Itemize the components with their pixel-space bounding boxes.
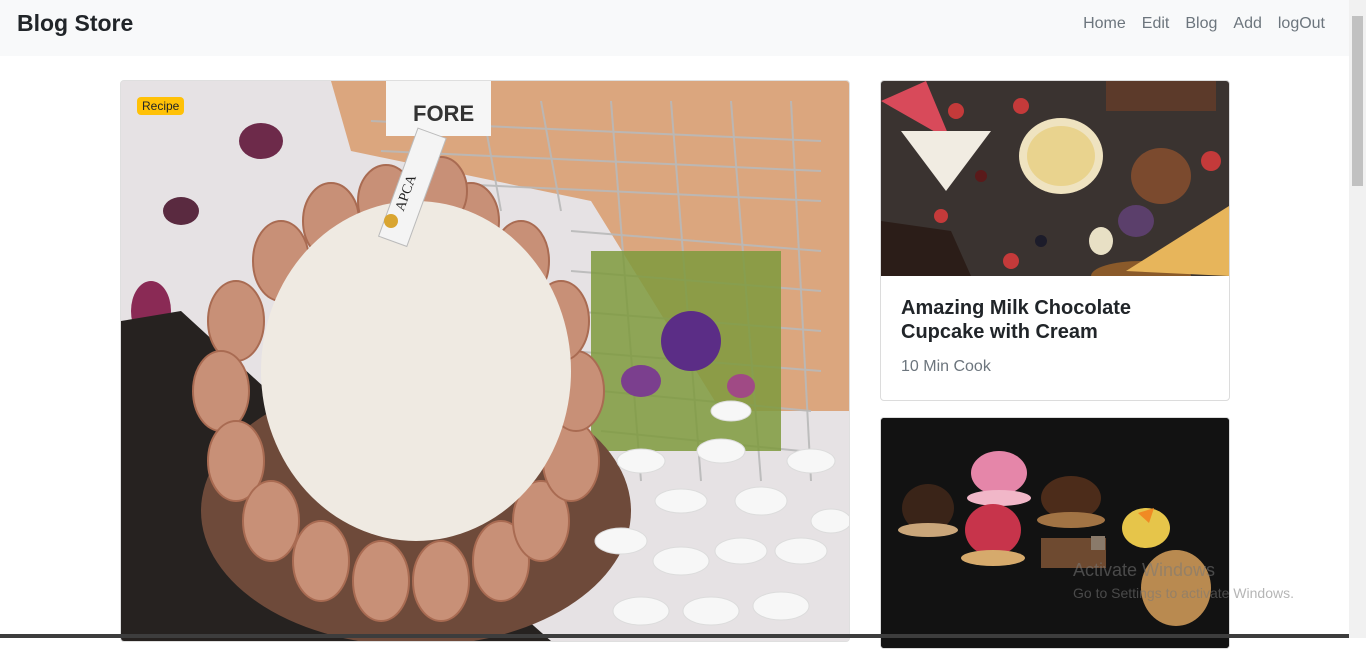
post-card[interactable] xyxy=(880,417,1230,649)
post-card-body: Amazing Milk Chocolate Cupcake with Crea… xyxy=(901,296,1209,376)
post-cook-time: 10 Min Cook xyxy=(901,358,991,375)
pastry-assortment-image xyxy=(881,81,1229,276)
post-title[interactable]: Amazing Milk Chocolate Cupcake with Crea… xyxy=(901,296,1209,344)
nav-logout-link[interactable]: logOut xyxy=(1278,15,1325,33)
nav-add-link[interactable]: Add xyxy=(1233,15,1261,33)
brand-logo[interactable]: Blog Store xyxy=(17,10,133,37)
nav-edit-link[interactable]: Edit xyxy=(1142,15,1170,33)
bottom-bar xyxy=(0,634,1349,638)
vertical-scrollbar[interactable] xyxy=(1349,0,1366,638)
nav-blog-link[interactable]: Blog xyxy=(1185,15,1217,33)
post-card[interactable]: Amazing Milk Chocolate Cupcake with Crea… xyxy=(880,80,1230,401)
scrollbar-thumb[interactable] xyxy=(1352,16,1363,186)
navbar: Blog Store Home Edit Blog Add logOut xyxy=(0,0,1349,56)
featured-cake-image: FORE APCA xyxy=(121,81,849,641)
nav-menu: Home Edit Blog Add logOut xyxy=(1083,15,1325,33)
nav-home-link[interactable]: Home xyxy=(1083,15,1126,33)
windows-activation-watermark: Activate Windows Go to Settings to activ… xyxy=(1073,560,1294,601)
watermark-subtitle: Go to Settings to activate Windows. xyxy=(1073,585,1294,601)
cup-text: FORE xyxy=(413,101,474,126)
recipe-badge: Recipe xyxy=(137,97,185,115)
featured-post-card[interactable]: Recipe FORE APCA xyxy=(120,80,850,642)
watermark-title: Activate Windows xyxy=(1073,560,1216,580)
desserts-image xyxy=(881,418,1229,648)
